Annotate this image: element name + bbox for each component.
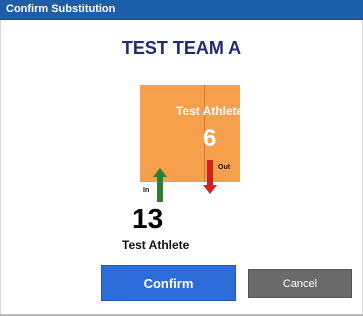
incoming-player-name: Test Athlete	[122, 238, 190, 252]
team-name: TEST TEAM A	[121, 38, 242, 58]
title-bar[interactable]: Confirm Substitution	[0, 0, 363, 20]
outgoing-player-number: 6	[203, 125, 217, 152]
cancel-button[interactable]: Cancel	[248, 269, 352, 298]
out-label: Out	[218, 164, 231, 171]
in-arrow-icon	[153, 168, 167, 202]
out-arrow-icon	[203, 160, 217, 194]
window-border-left	[0, 20, 1, 316]
confirm-button[interactable]: Confirm	[101, 265, 236, 301]
window-title: Confirm Substitution	[6, 3, 116, 15]
confirm-substitution-dialog: Confirm Substitution TEST TEAM A Test At…	[0, 0, 363, 316]
in-label: In	[143, 187, 150, 194]
outgoing-player-name: Test Athlete	[176, 104, 244, 118]
incoming-player-number: 13	[132, 203, 164, 234]
